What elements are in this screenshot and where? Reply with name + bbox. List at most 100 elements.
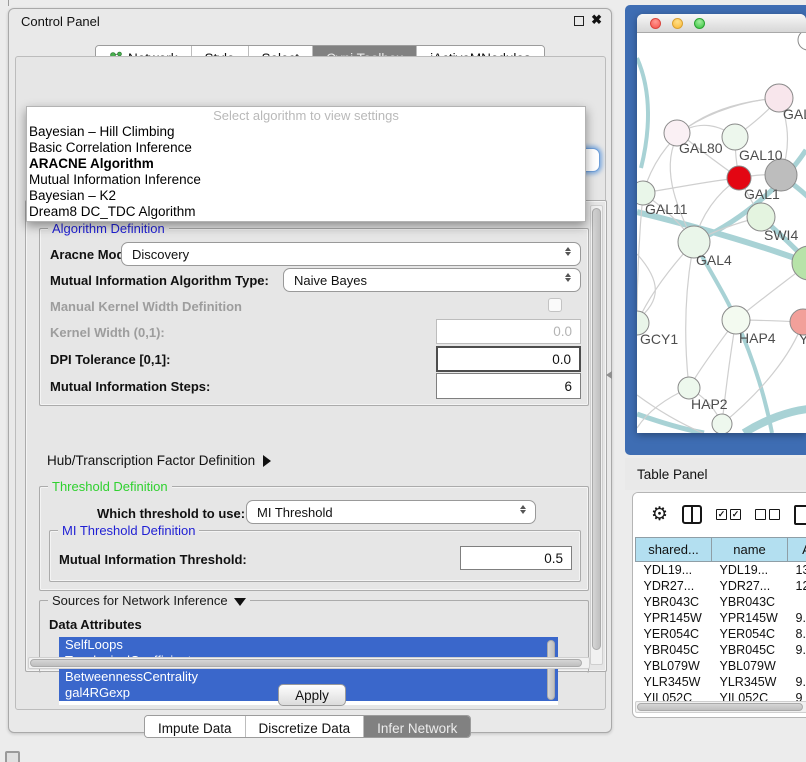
which-threshold-value: MI Threshold bbox=[257, 505, 333, 520]
network-graph[interactable]: GALGAL80GAL10GAL1GAL11SWI4GAL4HAP4YGCY1H… bbox=[637, 33, 806, 433]
new-table-icon[interactable] bbox=[794, 505, 806, 525]
table-row[interactable]: YBR043CYBR043C bbox=[636, 594, 806, 610]
table-row[interactable]: YLR345WYLR345W9. bbox=[636, 674, 806, 690]
combo-arrows-icon bbox=[520, 505, 526, 514]
mi-threshold-value: 0.5 bbox=[544, 551, 563, 566]
mi-type-combo[interactable]: Naive Bayes bbox=[283, 268, 581, 292]
kernel-width-value: 0.0 bbox=[553, 324, 572, 339]
control-panel-titlebar[interactable]: Control Panel ✖ bbox=[9, 9, 611, 33]
sources-group-title[interactable]: Sources for Network Inference bbox=[48, 593, 250, 608]
dropdown-item[interactable]: Mutual Information Inference bbox=[27, 172, 585, 188]
table-horizontal-scrollbar[interactable] bbox=[635, 701, 806, 713]
table-toolbar: ⚙ ✓✓ bbox=[633, 493, 806, 536]
attribute-item-selected[interactable]: BetweennessCentrality bbox=[59, 669, 558, 685]
table-row[interactable]: YER054CYER054C8. bbox=[636, 626, 806, 642]
dropdown-item[interactable]: Dream8 DC_TDC Algorithm bbox=[27, 204, 585, 220]
splitter-tick bbox=[8, 0, 9, 6]
cyni-algorithm-settings-group: Cyni Algorithm Settings Algorithm Defini… bbox=[25, 200, 607, 672]
column-header-partial[interactable]: A bbox=[788, 538, 806, 562]
network-node-label: GAL bbox=[783, 106, 806, 122]
aracne-mode-combo[interactable]: Discovery bbox=[121, 242, 581, 266]
settings-vertical-scrollbar[interactable] bbox=[590, 205, 603, 665]
apply-button[interactable]: Apply bbox=[278, 684, 346, 706]
network-canvas[interactable]: GALGAL80GAL10GAL1GAL11SWI4GAL4HAP4YGCY1H… bbox=[637, 33, 806, 433]
settings-horizontal-scrollbar[interactable] bbox=[28, 657, 590, 669]
attribute-list-scrollbar[interactable] bbox=[546, 640, 556, 702]
collapse-arrow-icon bbox=[234, 598, 246, 606]
mi-steps-value: 6 bbox=[564, 379, 572, 394]
tab-impute-data[interactable]: Impute Data bbox=[145, 716, 246, 737]
network-view-frame: GALGAL80GAL10GAL1GAL11SWI4GAL4HAP4YGCY1H… bbox=[625, 5, 806, 455]
network-edge[interactable] bbox=[637, 58, 648, 168]
node-table: shared... name A YDL19...YDL19...13 YDR2… bbox=[635, 537, 806, 706]
apply-button-label: Apply bbox=[295, 688, 329, 703]
attribute-item-selected[interactable]: SelfLoops bbox=[59, 637, 558, 653]
dropdown-item-selected[interactable]: ARACNE Algorithm bbox=[27, 156, 585, 172]
network-node-label: HAP4 bbox=[739, 330, 776, 346]
tab-discretize-data-label: Discretize Data bbox=[259, 721, 351, 736]
which-threshold-label: Which threshold to use: bbox=[97, 506, 245, 521]
network-node-label: GAL11 bbox=[645, 201, 688, 217]
manual-kernel-checkbox[interactable] bbox=[548, 298, 562, 312]
network-node-label: SWI4 bbox=[764, 227, 798, 243]
network-node[interactable] bbox=[712, 414, 732, 433]
network-node-label: GAL1 bbox=[744, 186, 780, 202]
hub-definition-label: Hub/Transcription Factor Definition bbox=[47, 453, 255, 468]
tab-infer-network-label: Infer Network bbox=[377, 721, 457, 736]
table-row[interactable]: YDL19...YDL19...13 bbox=[636, 562, 806, 578]
column-header-name[interactable]: name bbox=[712, 538, 788, 562]
select-all-checkboxes-icon[interactable]: ✓✓ bbox=[716, 509, 741, 520]
table-row[interactable]: YDR27...YDR27...12 bbox=[636, 578, 806, 594]
hub-definition-expander[interactable]: Hub/Transcription Factor Definition bbox=[47, 453, 271, 468]
table-row[interactable]: YPR145WYPR145W9. bbox=[636, 610, 806, 626]
tab-impute-data-label: Impute Data bbox=[158, 721, 232, 736]
cyni-tab-content: Select algorithm to view settings Bayesi… bbox=[15, 56, 606, 710]
mi-type-value: Naive Bayes bbox=[294, 273, 367, 288]
restore-panel-icon[interactable] bbox=[5, 751, 20, 762]
mi-threshold-group: MI Threshold Definition Mutual Informati… bbox=[49, 530, 581, 582]
kernel-width-label: Kernel Width (0,1): bbox=[50, 325, 165, 340]
network-window[interactable]: GALGAL80GAL10GAL1GAL11SWI4GAL4HAP4YGCY1H… bbox=[637, 14, 806, 433]
dropdown-placeholder: Select algorithm to view settings bbox=[27, 108, 585, 124]
network-window-titlebar[interactable] bbox=[637, 14, 806, 33]
mi-steps-label: Mutual Information Steps: bbox=[50, 379, 210, 394]
table-row[interactable]: YBL079WYBL079W bbox=[636, 658, 806, 674]
columns-icon[interactable] bbox=[682, 505, 702, 524]
algorithm-definition-title: Algorithm Definition bbox=[48, 221, 169, 236]
mi-type-label: Mutual Information Algorithm Type: bbox=[50, 273, 269, 288]
window-minimize-icon[interactable] bbox=[672, 18, 683, 29]
algorithm-definition-group: Algorithm Definition Aracne Mode: Discov… bbox=[39, 228, 589, 406]
network-edge[interactable] bbox=[637, 254, 655, 320]
table-row[interactable]: YBR045CYBR045C9. bbox=[636, 642, 806, 658]
close-icon[interactable]: ✖ bbox=[591, 13, 602, 27]
kernel-width-field[interactable]: 0.0 bbox=[436, 319, 581, 344]
expander-arrow-icon bbox=[263, 455, 271, 467]
network-edge[interactable] bbox=[686, 242, 694, 388]
threshold-definition-title: Threshold Definition bbox=[48, 479, 172, 494]
dropdown-item[interactable]: Bayesian – K2 bbox=[27, 188, 585, 204]
network-edge[interactable] bbox=[744, 409, 806, 433]
window-close-icon[interactable] bbox=[650, 18, 661, 29]
gear-icon[interactable]: ⚙ bbox=[651, 505, 668, 524]
window-zoom-icon[interactable] bbox=[694, 18, 705, 29]
network-edge[interactable] bbox=[643, 178, 739, 193]
panel-splitter-handle[interactable] bbox=[606, 371, 612, 379]
aracne-mode-value: Discovery bbox=[132, 247, 189, 262]
network-node[interactable] bbox=[798, 33, 806, 50]
column-header-shared-name[interactable]: shared... bbox=[636, 538, 712, 562]
cyni-bottom-tabs: Impute Data Discretize Data Infer Networ… bbox=[144, 715, 471, 738]
float-panel-icon[interactable] bbox=[574, 16, 584, 26]
dropdown-item[interactable]: Bayesian – Hill Climbing bbox=[27, 124, 585, 140]
data-attributes-label: Data Attributes bbox=[49, 617, 142, 632]
table-panel-title: Table Panel bbox=[637, 467, 708, 482]
mi-threshold-field[interactable]: 0.5 bbox=[460, 546, 572, 570]
dpi-tolerance-field[interactable]: 0.0 bbox=[436, 346, 581, 372]
which-threshold-combo[interactable]: MI Threshold bbox=[246, 500, 536, 524]
deselect-all-checkboxes-icon[interactable] bbox=[755, 509, 780, 520]
dropdown-item[interactable]: Basic Correlation Inference bbox=[27, 140, 585, 156]
tab-discretize-data[interactable]: Discretize Data bbox=[246, 716, 365, 737]
table-panel-titlebar[interactable]: Table Panel bbox=[625, 458, 806, 490]
manual-kernel-label: Manual Kernel Width Definition bbox=[50, 299, 242, 314]
tab-infer-network[interactable]: Infer Network bbox=[364, 716, 470, 737]
mi-steps-field[interactable]: 6 bbox=[436, 373, 581, 399]
